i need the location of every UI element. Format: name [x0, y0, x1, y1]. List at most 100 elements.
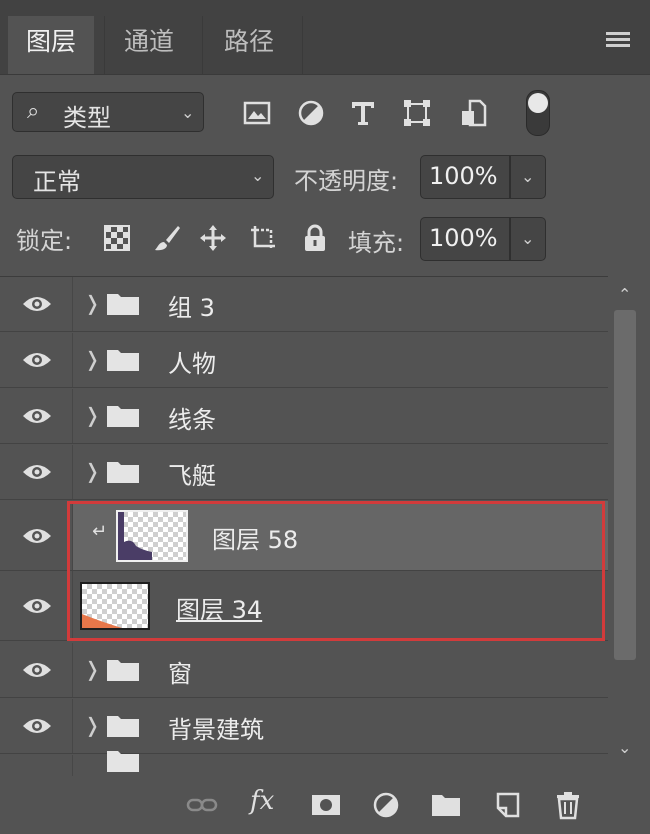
- tab-bar: 图层 通道 路径: [0, 0, 650, 75]
- new-layer-icon[interactable]: [492, 790, 524, 820]
- blend-mode-select[interactable]: 正常 ⌄: [12, 155, 274, 199]
- eye-icon[interactable]: [22, 294, 52, 314]
- layer-name: 窗: [168, 660, 192, 688]
- clipping-mask-icon: ↵: [92, 521, 108, 542]
- fill-input[interactable]: 100%: [420, 217, 510, 261]
- opacity-dropdown-button[interactable]: ⌄: [510, 155, 546, 199]
- image-filter-icon[interactable]: [242, 98, 272, 128]
- lock-label: 锁定:: [16, 227, 73, 255]
- chevron-right-icon[interactable]: ❭: [84, 657, 101, 681]
- layer-thumbnail[interactable]: [80, 582, 150, 630]
- tab-separator: [302, 16, 303, 74]
- layer-row-group[interactable]: ❭ 线条: [0, 389, 608, 444]
- chevron-right-icon[interactable]: ❭: [84, 291, 101, 315]
- tab-channels[interactable]: 通道: [106, 16, 192, 74]
- shape-filter-icon[interactable]: [402, 98, 432, 128]
- lock-position-icon[interactable]: [198, 223, 228, 253]
- eye-icon[interactable]: [22, 596, 52, 616]
- visibility-column: [0, 643, 73, 697]
- visibility-column: [0, 699, 73, 753]
- scroll-up-icon[interactable]: ⌄: [618, 284, 631, 303]
- opacity-input[interactable]: 100%: [420, 155, 510, 199]
- visibility-column: [0, 389, 73, 443]
- tab-paths[interactable]: 路径: [206, 16, 292, 74]
- layer-list: ❭ 组 3 ❭ 人物 ❭ 线条 ❭ 飞艇 ↵ 图层 58 图层 34 ❭ 窗 ❭…: [0, 276, 608, 777]
- layer-row-group[interactable]: ❭ 人物: [0, 333, 608, 388]
- eye-icon[interactable]: [22, 716, 52, 736]
- trash-icon[interactable]: [552, 790, 584, 820]
- layer-row-group[interactable]: ❭ 飞艇: [0, 445, 608, 500]
- fill-dropdown-button[interactable]: ⌄: [510, 217, 546, 261]
- eye-icon[interactable]: [22, 526, 52, 546]
- lock-artboard-icon[interactable]: [248, 223, 278, 253]
- thumbnail-content: [82, 614, 122, 628]
- chevron-right-icon[interactable]: ❭: [84, 347, 101, 371]
- layer-name: 图层 34: [176, 595, 263, 624]
- scrollbar-thumb[interactable]: [614, 310, 636, 660]
- eye-icon[interactable]: [22, 660, 52, 680]
- layer-row[interactable]: 图层 34: [0, 571, 608, 641]
- layer-row-group[interactable]: ❭ 背景建筑: [0, 699, 608, 754]
- adjustment-filter-icon[interactable]: [296, 98, 326, 128]
- fill-label: 填充:: [348, 229, 405, 257]
- filter-toggle[interactable]: [526, 90, 550, 136]
- eye-icon[interactable]: [22, 350, 52, 370]
- new-group-icon[interactable]: [430, 790, 462, 820]
- smart-object-filter-icon[interactable]: [458, 98, 488, 128]
- layer-row-partial[interactable]: [0, 751, 608, 777]
- folder-icon: [107, 751, 139, 772]
- visibility-column: [0, 501, 73, 570]
- chevron-down-icon: ⌄: [521, 229, 535, 248]
- layer-name: 线条: [168, 406, 216, 434]
- fx-icon[interactable]: fx: [250, 786, 274, 816]
- visibility-column: [0, 277, 73, 331]
- tab-separator: [202, 16, 203, 74]
- opacity-label: 不透明度:: [294, 167, 399, 195]
- layer-name: 人物: [168, 350, 216, 378]
- chevron-right-icon[interactable]: ❭: [84, 713, 101, 737]
- chevron-right-icon[interactable]: ❭: [84, 403, 101, 427]
- filter-type-select[interactable]: ⌕ 类型 ⌄: [12, 92, 204, 132]
- adjustment-layer-icon[interactable]: [370, 790, 402, 820]
- tab-separator: [104, 16, 105, 74]
- layer-name: 背景建筑: [168, 716, 264, 744]
- link-icon[interactable]: [186, 790, 218, 820]
- eye-icon[interactable]: [22, 406, 52, 426]
- visibility-column: [0, 755, 73, 777]
- visibility-column: [0, 445, 73, 499]
- layer-row-group[interactable]: ❭ 窗: [0, 643, 608, 698]
- folder-icon: [107, 350, 139, 371]
- layer-thumbnail[interactable]: [116, 510, 188, 562]
- thumbnail-content: [118, 512, 152, 560]
- folder-icon: [107, 406, 139, 427]
- folder-icon: [107, 660, 139, 681]
- eye-icon[interactable]: [22, 462, 52, 482]
- blend-row: 正常 ⌄ 不透明度: 100% ⌄: [0, 155, 650, 201]
- layer-name: 组 3: [168, 294, 215, 322]
- lock-all-icon[interactable]: [300, 223, 330, 253]
- chevron-down-icon: ⌄: [181, 103, 195, 122]
- chevron-down-icon: ⌄: [251, 166, 265, 185]
- layer-name: 飞艇: [168, 462, 216, 490]
- lock-transparent-icon[interactable]: [102, 223, 132, 253]
- visibility-column: [0, 571, 73, 640]
- lock-image-icon[interactable]: [152, 223, 182, 253]
- panel-menu-icon[interactable]: [606, 32, 630, 48]
- chevron-right-icon[interactable]: ❭: [84, 459, 101, 483]
- mask-icon[interactable]: [310, 790, 342, 820]
- scroll-down-icon[interactable]: ⌄: [618, 738, 631, 757]
- visibility-column: [0, 333, 73, 387]
- layer-row-group[interactable]: ❭ 组 3: [0, 277, 608, 332]
- filter-row: ⌕ 类型 ⌄: [0, 90, 650, 138]
- folder-icon: [107, 294, 139, 315]
- layer-scrollbar[interactable]: ⌄ ⌄: [610, 278, 640, 773]
- folder-icon: [107, 716, 139, 737]
- type-filter-icon[interactable]: [348, 98, 378, 128]
- chevron-down-icon: ⌄: [521, 167, 535, 186]
- search-icon: ⌕: [27, 99, 40, 124]
- tab-layers[interactable]: 图层: [8, 16, 95, 74]
- layer-row-selected[interactable]: ↵ 图层 58: [0, 501, 608, 571]
- layers-panel: 图层 通道 路径 ⌕ 类型 ⌄ 正常 ⌄ 不透明度: 100% ⌄ 锁定: 填充…: [0, 0, 650, 834]
- layer-name: 图层 58: [212, 525, 299, 554]
- folder-icon: [107, 462, 139, 483]
